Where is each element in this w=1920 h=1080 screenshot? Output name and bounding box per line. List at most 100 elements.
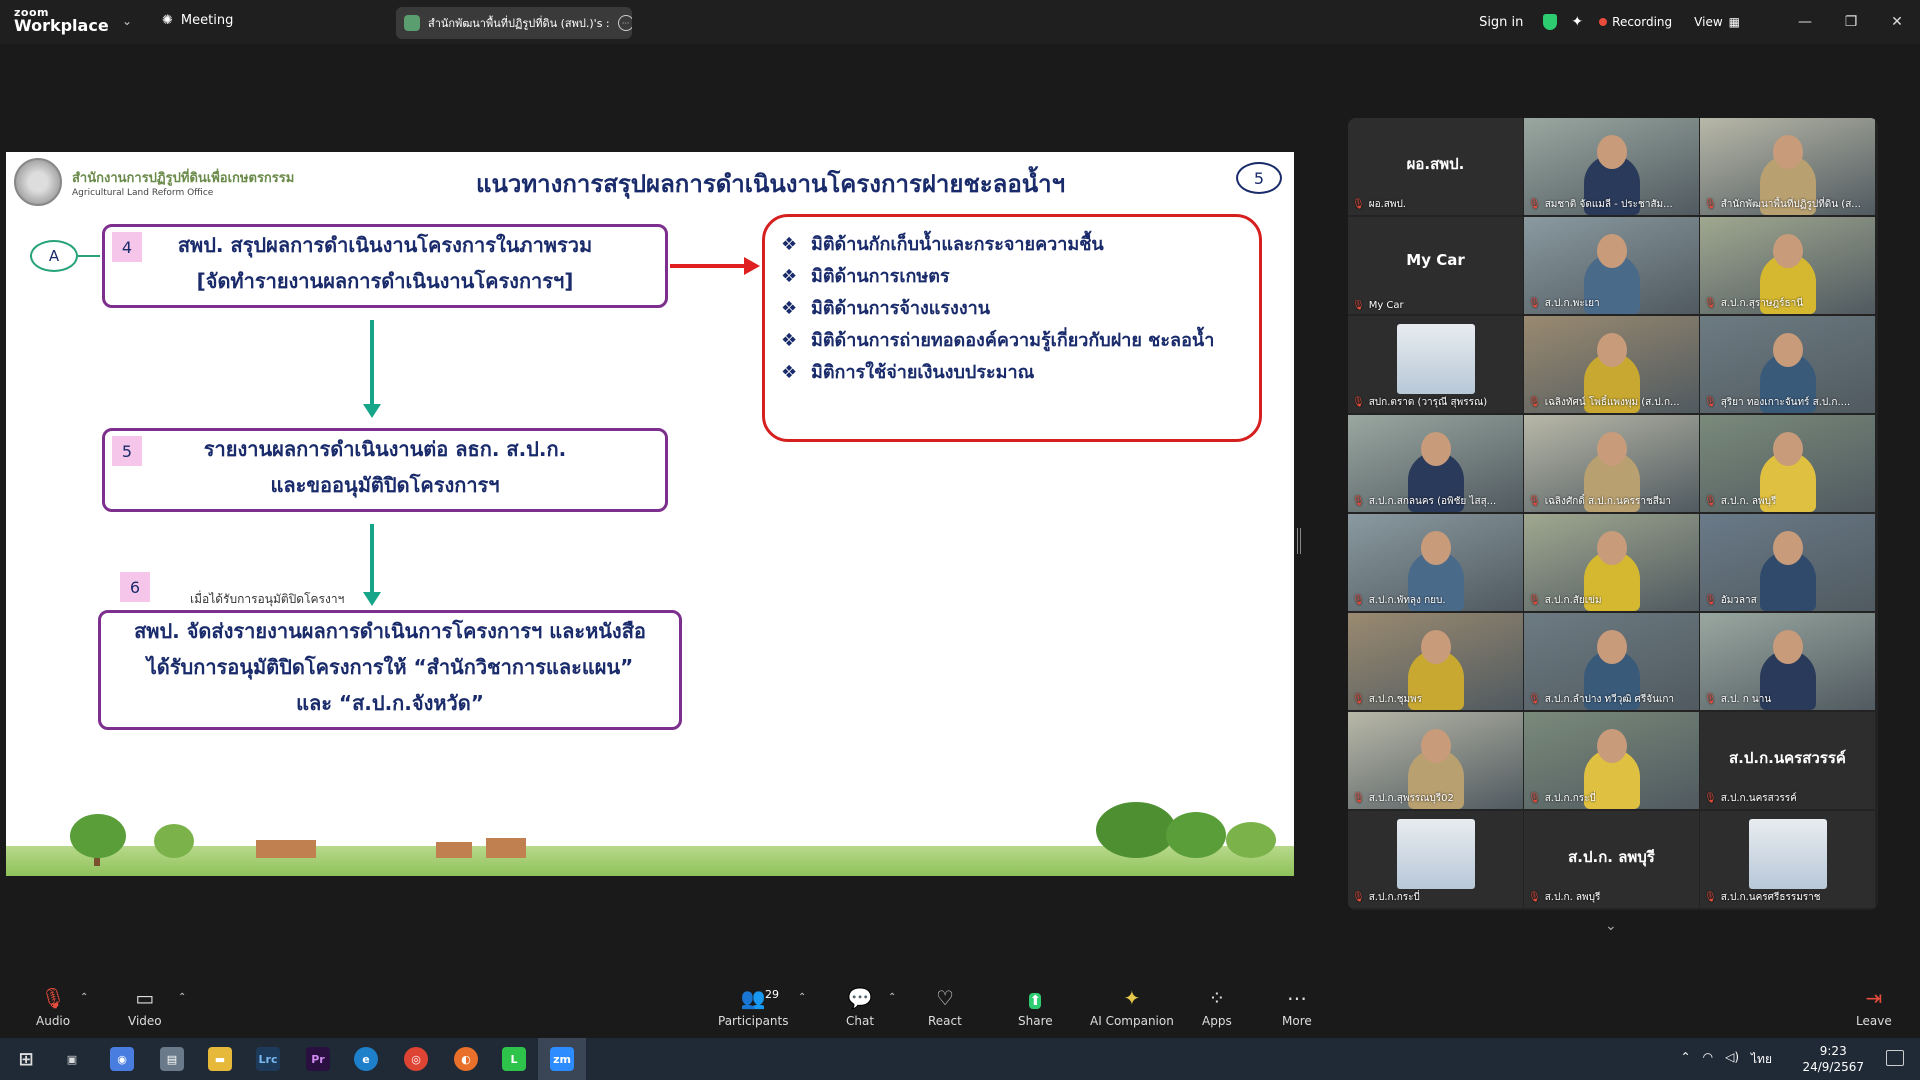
sparkle-icon: ✦ bbox=[1123, 986, 1141, 1010]
chevron-up-icon[interactable]: ⌃ bbox=[888, 992, 896, 1003]
zoom-logo[interactable]: zoom Workplace bbox=[14, 7, 109, 34]
participant-tile[interactable]: 🎙 ส.ป.ก.สุราษฎร์ธานี bbox=[1700, 217, 1875, 314]
participant-name-label: 🎙 ส.ป.ก.พะเยา bbox=[1528, 296, 1600, 311]
copilot-icon[interactable]: ◉ bbox=[110, 1047, 134, 1071]
org-seal-icon bbox=[14, 158, 62, 206]
apps-button[interactable]: ⁘ Apps bbox=[1202, 986, 1232, 1028]
participant-name-label: 🎙 ส.ป.ก.ลำปาง ทวีวุฒิ ศรีจันเกา bbox=[1528, 692, 1674, 707]
participant-tile[interactable]: 🎙 ส.ป.ก.สุพรรณบุรี02 bbox=[1348, 712, 1523, 809]
microphone-muted-icon: 🎙 bbox=[1528, 793, 1541, 804]
chevron-up-icon[interactable]: ⌃ bbox=[178, 992, 186, 1003]
lightroom-icon[interactable]: Lrc bbox=[256, 1047, 280, 1071]
profile-picture bbox=[1396, 819, 1475, 889]
recording-indicator[interactable]: Recording bbox=[1599, 15, 1672, 29]
ai-companion-label: AI Companion bbox=[1090, 1014, 1174, 1028]
clock[interactable]: 9:23 24/9/2567 bbox=[1802, 1043, 1864, 1075]
participant-tile[interactable]: 🎙 สปก.ตราด (วารุณี สุพรรณ) bbox=[1348, 316, 1523, 413]
ai-companion-button[interactable]: ✦ AI Companion bbox=[1090, 986, 1174, 1028]
person-head bbox=[1420, 729, 1451, 763]
participant-name-label: 🎙 ส.ป.ก.ชุมพร bbox=[1352, 692, 1422, 707]
participant-tile[interactable]: 🎙 เฉลิงศักดิ์ ส.ป.ก.นครราชสีมา bbox=[1524, 415, 1699, 512]
participant-tile[interactable]: 🎙 ส.ป.ก. ลพบุรี bbox=[1700, 415, 1875, 512]
notification-icon[interactable] bbox=[1886, 1050, 1904, 1066]
person-head bbox=[1772, 333, 1803, 367]
participant-tile[interactable]: 🎙 ส.ป.ก.ลำปาง ทวีวุฒิ ศรีจันเกา bbox=[1524, 613, 1699, 710]
participant-tile[interactable]: 🎙 ส.ป.ก.สัยเข่ม bbox=[1524, 514, 1699, 611]
participant-tile[interactable]: 🎙 ส.ป.ก.กระบี่ bbox=[1348, 811, 1523, 908]
firefox-icon[interactable]: ◐ bbox=[454, 1047, 478, 1071]
video-button[interactable]: ▭ Video bbox=[128, 986, 162, 1028]
participant-tile[interactable]: 🎙 ส.ป.ก.กระบี่ bbox=[1524, 712, 1699, 809]
participant-tile[interactable]: 🎙 ส.ป.ก.ชุมพร bbox=[1348, 613, 1523, 710]
sparkle-icon[interactable]: ✦ bbox=[1571, 14, 1583, 30]
participant-tile[interactable]: ส.ป.ก. ลพบุรี 🎙 ส.ป.ก. ลพบุรี bbox=[1524, 811, 1699, 908]
microphone-muted-icon: 🎙 bbox=[1352, 397, 1365, 408]
participant-name: สำนักพัฒนาพื้นที่ปฏิรูปที่ดิน (ส... bbox=[1720, 199, 1861, 210]
view-button[interactable]: View ▦ bbox=[1694, 15, 1740, 29]
shield-icon[interactable] bbox=[1543, 14, 1558, 30]
person-head bbox=[1596, 135, 1627, 169]
participant-name: ส.ป.ก.ชุมพร bbox=[1368, 694, 1423, 705]
participant-name-label: 🎙 My Car bbox=[1352, 300, 1404, 311]
microphone-muted-icon: 🎙 bbox=[1704, 694, 1717, 705]
system-tray: ⌃ ◠ ◁) ไทย bbox=[1681, 1050, 1772, 1069]
microphone-muted-icon: 🎙 bbox=[1352, 496, 1365, 507]
monitor-app-icon[interactable]: ▤ bbox=[160, 1047, 184, 1071]
wifi-icon[interactable]: ◠ bbox=[1703, 1050, 1713, 1069]
participant-tile[interactable]: 🎙 ส.ป.ก.สกลนคร (อพิชัย ไสสุ... bbox=[1348, 415, 1523, 512]
speaker-icon[interactable]: ◁) bbox=[1725, 1050, 1739, 1069]
chrome-icon[interactable]: ◎ bbox=[404, 1047, 428, 1071]
chevron-up-icon[interactable]: ⌃ bbox=[1681, 1050, 1691, 1069]
more-button[interactable]: ⋯ More bbox=[1282, 986, 1312, 1028]
share-button[interactable]: ⬆ Share bbox=[1018, 986, 1053, 1028]
zoom-taskbar-icon[interactable]: zm bbox=[550, 1047, 574, 1071]
maximize-icon[interactable]: ❐ bbox=[1828, 14, 1874, 30]
participant-tile[interactable]: 🎙 ส.ป.ก.นครศรีธรรมราช bbox=[1700, 811, 1875, 908]
participant-name-label: 🎙 ส.ป.ก.กระบี่ bbox=[1528, 791, 1596, 806]
task-view-icon[interactable]: ▣ bbox=[60, 1047, 84, 1071]
participant-name: ส.ป.ก.ลำปาง ทวีวุฒิ ศรีจันเกา bbox=[1544, 694, 1675, 705]
participant-tile[interactable]: 🎙 ส.ป.ก.พะเยา bbox=[1524, 217, 1699, 314]
meeting-tab[interactable]: สำนักพัฒนาพื้นที่ปฏิรูปที่ดิน (สพป.)'s :… bbox=[396, 7, 632, 39]
participant-tile[interactable]: 🎙 สมชาติ จัดแมลี - ประชาสัม... bbox=[1524, 118, 1699, 215]
participant-tile[interactable]: 🎙 ส.ป.ก.พัทลุง กยบ. bbox=[1348, 514, 1523, 611]
edge-icon[interactable]: e bbox=[354, 1047, 378, 1071]
participant-tile[interactable]: My Car 🎙 My Car bbox=[1348, 217, 1523, 314]
leave-button[interactable]: ⇥ Leave bbox=[1856, 986, 1892, 1028]
react-button[interactable]: ♡ React bbox=[928, 986, 962, 1028]
grid-icon: ▦ bbox=[1728, 15, 1740, 29]
microphone-muted-icon: 🎙 bbox=[1704, 397, 1717, 408]
participant-tile[interactable]: 🎙 เฉลิงทัศน์ โพธิ์แพงพุม (ส.ป.ก... bbox=[1524, 316, 1699, 413]
participant-tile[interactable]: ส.ป.ก.นครสวรรค์ 🎙 ส.ป.ก.นครสวรรค์ bbox=[1700, 712, 1875, 809]
minimize-icon[interactable]: — bbox=[1782, 14, 1828, 30]
line-icon[interactable]: L bbox=[502, 1047, 526, 1071]
premiere-icon[interactable]: Pr bbox=[306, 1047, 330, 1071]
chat-button[interactable]: 💬 Chat bbox=[846, 986, 874, 1028]
person-head bbox=[1596, 531, 1627, 565]
file-explorer-icon[interactable]: ▬ bbox=[208, 1047, 232, 1071]
split-resize-handle[interactable] bbox=[1297, 528, 1301, 554]
audio-button[interactable]: 🎙 Audio bbox=[36, 986, 70, 1028]
participant-name-label: 🎙 สมชาติ จัดแมลี - ประชาสัม... bbox=[1528, 197, 1673, 212]
windows-start-icon[interactable]: ⊞ bbox=[14, 1047, 38, 1071]
dimension-item: มิติด้านการจ้างแรงงาน bbox=[781, 293, 1241, 325]
dimension-item: มิติด้านการเกษตร bbox=[781, 261, 1241, 293]
participant-tile[interactable]: 🎙 ส.ป. ก นาน bbox=[1700, 613, 1875, 710]
close-icon[interactable]: ✕ bbox=[1874, 14, 1920, 30]
chevron-up-icon[interactable]: ⌃ bbox=[798, 992, 806, 1003]
participant-tile[interactable]: 🎙 สำนักพัฒนาพื้นที่ปฏิรูปที่ดิน (ส... bbox=[1700, 118, 1875, 215]
language-indicator[interactable]: ไทย bbox=[1751, 1050, 1772, 1069]
microphone-muted-icon: 🎙 bbox=[1704, 892, 1717, 903]
chevron-down-icon[interactable]: ⌄ bbox=[122, 14, 132, 28]
participant-name: ส.ป.ก.พัทลุง กยบ. bbox=[1368, 595, 1446, 606]
sign-in-button[interactable]: Sign in bbox=[1479, 15, 1523, 30]
participant-tile[interactable]: 🎙 อัมวลาส bbox=[1700, 514, 1875, 611]
participants-label: Participants bbox=[718, 1014, 789, 1028]
chevron-down-icon[interactable]: ⌄ bbox=[1605, 918, 1617, 934]
participant-name: ส.ป.ก.กระบี่ bbox=[1544, 793, 1596, 804]
participant-tile[interactable]: ผอ.สพป. 🎙 ผอ.สพป. bbox=[1348, 118, 1523, 215]
more-icon[interactable]: ··· bbox=[617, 15, 632, 31]
chevron-up-icon[interactable]: ⌃ bbox=[80, 992, 88, 1003]
meeting-menu[interactable]: ✺ Meeting bbox=[162, 13, 233, 28]
participant-tile[interactable]: 🎙 สุริยา ทองเกาะจันทร์ ส.ป.ก.... bbox=[1700, 316, 1875, 413]
